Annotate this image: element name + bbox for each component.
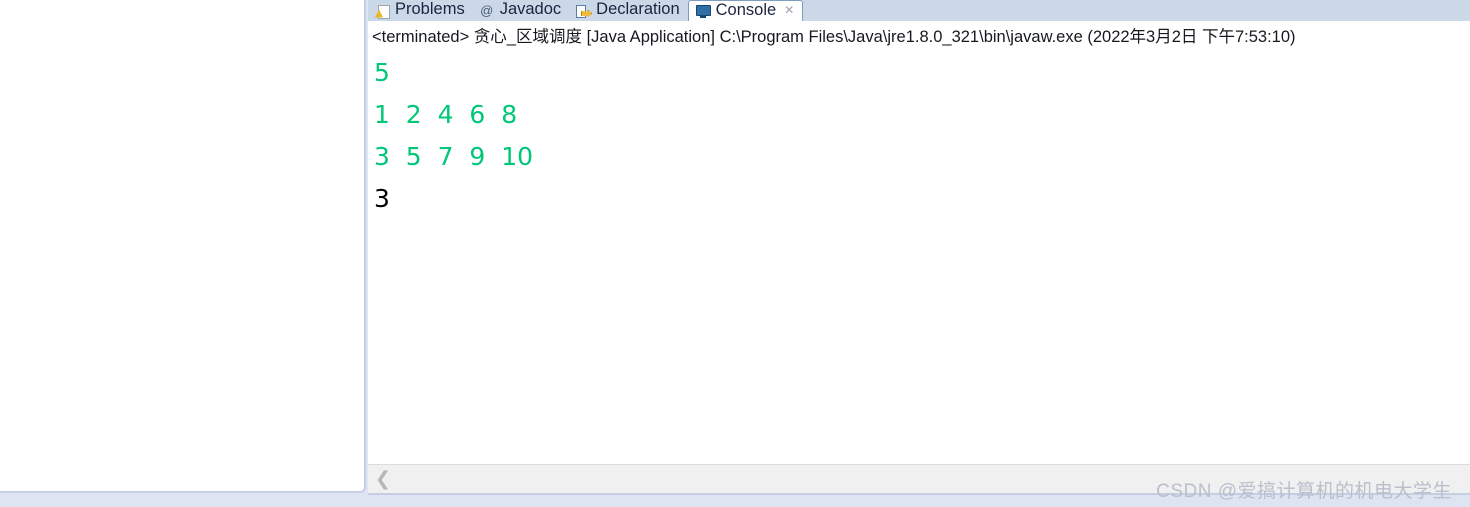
console-view: Problems @ Javadoc Declaration Console ✕… <box>368 0 1470 495</box>
scroll-left-icon[interactable]: ❮ <box>368 465 398 493</box>
editor-panel[interactable] <box>0 0 366 493</box>
console-line: 3 5 7 9 10 <box>374 142 534 171</box>
tab-console-label: Console <box>715 0 777 19</box>
javadoc-icon: @ <box>480 2 494 18</box>
tab-javadoc-label: Javadoc <box>499 0 562 19</box>
ide-window: Problems @ Javadoc Declaration Console ✕… <box>0 0 1470 507</box>
tab-problems-label: Problems <box>395 0 465 19</box>
tab-declaration-label: Declaration <box>596 0 680 19</box>
console-output[interactable]: 5 1 2 4 6 8 3 5 7 9 10 3 <box>374 52 1470 220</box>
close-icon[interactable]: ✕ <box>784 4 794 16</box>
declaration-icon <box>575 3 591 19</box>
watermark: CSDN @爱搞计算机的机电大学生 <box>1156 481 1452 502</box>
tab-console[interactable]: Console ✕ <box>687 0 804 21</box>
console-line: 1 2 4 6 8 <box>374 100 518 129</box>
tab-problems[interactable]: Problems <box>368 0 473 21</box>
console-line: 5 <box>374 58 390 87</box>
console-icon <box>695 3 711 19</box>
tab-declaration[interactable]: Declaration <box>569 0 687 21</box>
view-tab-bar: Problems @ Javadoc Declaration Console ✕ <box>368 0 1470 21</box>
console-line: 3 <box>374 184 390 213</box>
tab-javadoc[interactable]: @ Javadoc <box>473 0 569 21</box>
problems-icon <box>374 3 390 19</box>
launch-config-line: <terminated> 贪心_区域调度 [Java Application] … <box>372 28 1296 46</box>
